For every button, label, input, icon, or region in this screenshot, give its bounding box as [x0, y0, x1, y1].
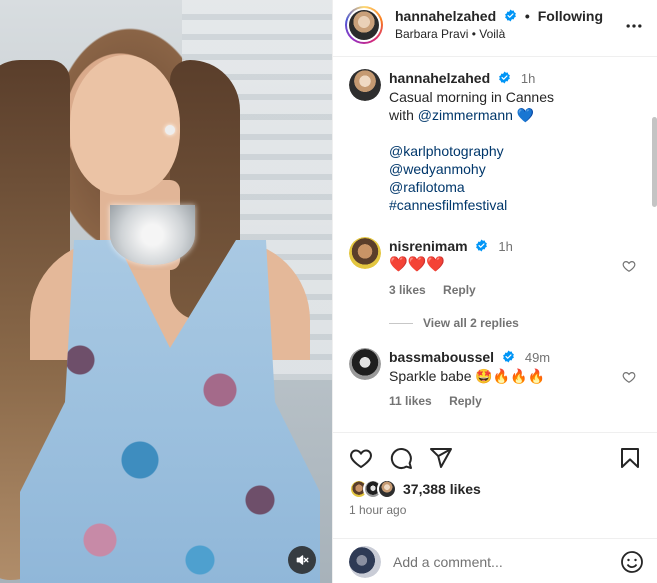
mention-link[interactable]: @zimmermann: [418, 107, 513, 123]
comment-time[interactable]: 49m: [525, 350, 550, 365]
heart-icon[interactable]: [622, 259, 636, 273]
following-button[interactable]: Following: [538, 8, 603, 24]
add-comment-bar: [333, 538, 657, 583]
necklace-shape: [110, 205, 195, 265]
emoji-icon[interactable]: [620, 550, 644, 574]
bookmark-icon[interactable]: [618, 446, 642, 470]
commenter-username[interactable]: bassmaboussel: [389, 349, 494, 365]
send-icon[interactable]: [429, 446, 453, 470]
view-replies-label: View all 2 replies: [423, 316, 519, 330]
comments-scrollbar[interactable]: [652, 117, 657, 207]
post-side-panel: hannahelzahed • Following Barbara Pravi …: [332, 0, 657, 583]
comment-text: ❤️❤️❤️: [389, 256, 446, 273]
post-viewer: hannahelzahed • Following Barbara Pravi …: [0, 0, 657, 583]
reply-button[interactable]: Reply: [443, 283, 476, 297]
face-shape: [70, 55, 180, 195]
hashtag-link[interactable]: #cannesfilmfestival: [389, 196, 629, 214]
caption-time[interactable]: 1h: [521, 71, 535, 86]
post-photo[interactable]: [0, 0, 332, 583]
comments-list[interactable]: hannahelzahed 1h Casual morning in Canne…: [333, 57, 657, 432]
comment-time[interactable]: 1h: [498, 239, 512, 254]
caption-line-1: Casual morning in Cannes: [389, 89, 554, 105]
caption-line-2: with @zimmermann 💙: [389, 106, 629, 124]
blue-heart-emoji: 💙: [516, 107, 535, 123]
commenter-avatar[interactable]: [349, 348, 381, 380]
separator-dot: •: [524, 8, 530, 24]
current-user-avatar[interactable]: [349, 546, 381, 578]
comment-likes-count[interactable]: 11 likes: [389, 394, 432, 408]
muted-speaker-icon: [296, 555, 309, 565]
comment-item: nisrenimam 1h ❤️❤️❤️ 3 likes Reply: [349, 237, 657, 347]
caption-author[interactable]: hannahelzahed: [389, 70, 490, 86]
audio-track-label[interactable]: Barbara Pravi • Voilà: [395, 27, 505, 41]
add-comment-input[interactable]: [393, 551, 613, 573]
verified-badge-icon: [503, 350, 514, 363]
author-avatar[interactable]: [345, 6, 383, 44]
verified-badge-icon: [505, 9, 516, 22]
author-username[interactable]: hannahelzahed: [395, 8, 496, 24]
replies-divider-line: [389, 322, 413, 324]
tag-link[interactable]: @karlphotography: [389, 142, 629, 160]
heart-icon[interactable]: [349, 446, 373, 470]
heart-icon[interactable]: [622, 370, 636, 384]
reply-button[interactable]: Reply: [449, 394, 482, 408]
comment-text: Sparkle babe 🤩🔥🔥🔥: [389, 368, 546, 384]
mute-button[interactable]: [288, 546, 316, 574]
post-header: hannahelzahed • Following Barbara Pravi …: [333, 0, 657, 57]
comment-item: bassmaboussel 49m Sparkle babe 🤩🔥🔥🔥 11 l…: [349, 348, 657, 428]
post-timestamp[interactable]: 1 hour ago: [349, 503, 406, 517]
commenter-username[interactable]: nisrenimam: [389, 238, 468, 254]
liker-avatar[interactable]: [377, 479, 397, 499]
caption-with-text: with: [389, 107, 418, 123]
tag-link[interactable]: @wedyanmohy: [389, 160, 629, 178]
verified-badge-icon: [499, 71, 510, 84]
earring-shape: [165, 125, 175, 135]
comment-likes-count[interactable]: 3 likes: [389, 283, 426, 297]
author-avatar[interactable]: [349, 69, 381, 101]
more-horizontal-icon[interactable]: [624, 16, 644, 36]
commenter-avatar[interactable]: [349, 237, 381, 269]
likes-row: 37,388 likes: [349, 478, 481, 500]
action-bar: [333, 432, 657, 482]
verified-badge-icon: [476, 239, 488, 252]
view-replies-button[interactable]: View all 2 replies: [389, 316, 519, 330]
tag-link[interactable]: @rafilotoma: [389, 178, 629, 196]
likes-count[interactable]: 37,388 likes: [403, 481, 481, 497]
comment-icon[interactable]: [389, 446, 413, 470]
